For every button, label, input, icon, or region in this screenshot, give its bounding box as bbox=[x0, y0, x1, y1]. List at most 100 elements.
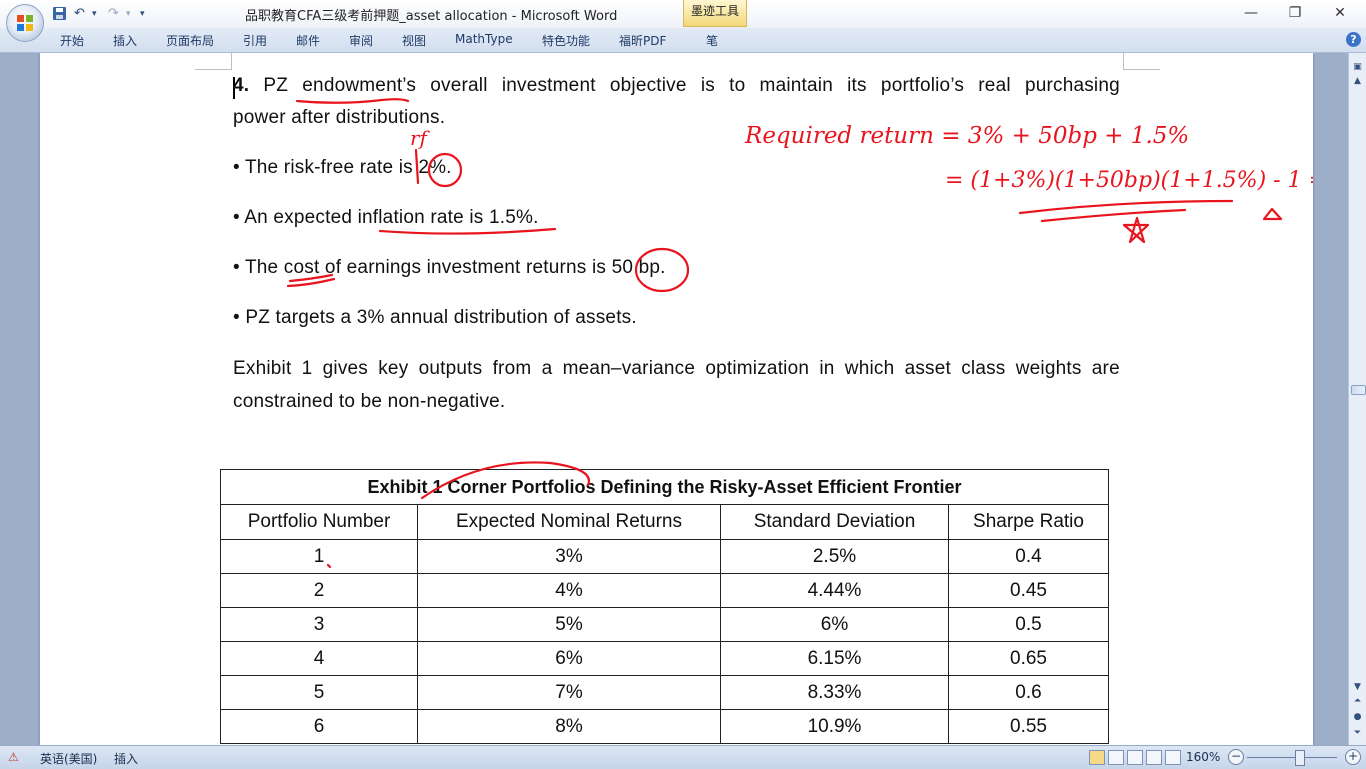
ink-underline bbox=[1040, 208, 1187, 223]
word: Exhibit bbox=[233, 358, 292, 379]
print-layout-view-icon[interactable] bbox=[1089, 750, 1105, 765]
table-row: 1 3% 2.5% 0.4 bbox=[220, 539, 1109, 574]
word: to bbox=[729, 75, 746, 96]
bullet-item: • The cost of earnings investment return… bbox=[233, 257, 666, 278]
zoom-slider-thumb[interactable] bbox=[1295, 750, 1305, 766]
table-cell: 0.55 bbox=[948, 709, 1109, 744]
ink-text: rf bbox=[410, 126, 431, 150]
table-cell: 10.9% bbox=[720, 709, 949, 744]
scroll-up-icon[interactable]: ▲ bbox=[1351, 75, 1364, 87]
question-line-1: 4. PZ endowment’s overall investment obj… bbox=[233, 75, 1120, 97]
undo-dropdown-icon[interactable]: ▾ bbox=[92, 6, 97, 22]
column-header: Standard Deviation bbox=[720, 504, 949, 540]
word: key bbox=[378, 358, 409, 379]
word: a bbox=[541, 358, 553, 379]
minimize-button[interactable]: — bbox=[1236, 3, 1266, 23]
outline-view-icon[interactable] bbox=[1146, 750, 1162, 765]
table-cell: 3% bbox=[417, 539, 721, 574]
tab-review[interactable]: 审阅 bbox=[349, 32, 373, 49]
word: portfolio’s bbox=[880, 75, 965, 96]
word: mean–variance bbox=[562, 358, 696, 379]
tab-features[interactable]: 特色功能 bbox=[542, 32, 590, 49]
ink-text: = (1+3%)(1+50bp)(1+1.5%) - 1 = 5.07% bbox=[945, 168, 1313, 193]
zoom-in-button[interactable]: + bbox=[1345, 749, 1361, 765]
web-layout-view-icon[interactable] bbox=[1127, 750, 1143, 765]
previous-page-icon[interactable]: ⏶ bbox=[1351, 695, 1364, 707]
ink-underline bbox=[378, 227, 557, 235]
scroll-thumb[interactable] bbox=[1351, 385, 1366, 395]
table-cell: 6 bbox=[220, 709, 418, 744]
table-cell: 8% bbox=[417, 709, 721, 744]
word: are bbox=[1091, 358, 1120, 379]
insert-mode-indicator[interactable]: 插入 bbox=[114, 750, 138, 767]
tab-mathtype[interactable]: MathType bbox=[455, 32, 513, 46]
question-number: 4. bbox=[233, 75, 250, 96]
document-page[interactable]: 4. PZ endowment’s overall investment obj… bbox=[40, 53, 1313, 745]
full-screen-reading-view-icon[interactable] bbox=[1108, 750, 1124, 765]
table-cell: 5% bbox=[417, 607, 721, 642]
ink-tools-context-tab[interactable]: 墨迹工具 bbox=[683, 0, 747, 27]
scroll-down-icon[interactable]: ▼ bbox=[1351, 681, 1364, 693]
redo-icon[interactable]: ↷ bbox=[108, 6, 119, 22]
tab-view[interactable]: 视图 bbox=[402, 32, 426, 49]
window-title: 品职教育CFA三级考前押题_asset allocation - Microso… bbox=[245, 9, 618, 24]
word: endowment’s bbox=[302, 75, 417, 96]
ribbon-tabs: 开始 插入 页面布局 引用 邮件 审阅 视图 MathType 特色功能 福昕P… bbox=[0, 28, 1366, 53]
next-page-icon[interactable]: ⏷ bbox=[1351, 727, 1364, 739]
table-cell: 6% bbox=[720, 607, 949, 642]
zoom-level[interactable]: 160% bbox=[1186, 750, 1220, 764]
draft-view-icon[interactable] bbox=[1165, 750, 1181, 765]
column-header: Sharpe Ratio bbox=[948, 504, 1109, 540]
word: 1 bbox=[301, 358, 313, 379]
tab-page-layout[interactable]: 页面布局 bbox=[166, 32, 214, 49]
browse-object-icon[interactable]: ● bbox=[1351, 711, 1364, 723]
table-row: 5 7% 8.33% 0.6 bbox=[220, 675, 1109, 710]
exhibit-table: Exhibit 1 Corner Portfolios Defining the… bbox=[220, 469, 1109, 744]
exhibit-intro-line-1: Exhibit 1 gives key outputs from a mean–… bbox=[233, 358, 1120, 380]
language-indicator[interactable]: 英语(美国) bbox=[40, 750, 97, 767]
restore-button[interactable]: ❐ bbox=[1280, 3, 1310, 23]
office-logo-icon bbox=[17, 15, 33, 31]
undo-icon[interactable]: ↶ bbox=[74, 6, 85, 22]
redo-dropdown-icon[interactable]: ▾ bbox=[126, 6, 131, 22]
help-icon[interactable]: ? bbox=[1346, 32, 1361, 47]
table-cell: 0.5 bbox=[948, 607, 1109, 642]
tab-foxit-pdf[interactable]: 福昕PDF bbox=[619, 32, 666, 49]
word: objective bbox=[609, 75, 687, 96]
margin-corner-mark bbox=[195, 53, 232, 70]
table-cell: 2.5% bbox=[720, 539, 949, 574]
table-row: 2 4% 4.44% 0.45 bbox=[220, 573, 1109, 608]
table-caption: Exhibit 1 Corner Portfolios Defining the… bbox=[220, 469, 1109, 505]
word: outputs bbox=[418, 358, 483, 379]
tab-insert[interactable]: 插入 bbox=[113, 32, 137, 49]
word: PZ bbox=[263, 75, 289, 96]
word: real bbox=[978, 75, 1011, 96]
tab-mailings[interactable]: 邮件 bbox=[296, 32, 320, 49]
zoom-out-button[interactable]: − bbox=[1228, 749, 1244, 765]
table-cell: 4 bbox=[220, 641, 418, 676]
table-row: 6 8% 10.9% 0.55 bbox=[220, 709, 1109, 744]
table-cell: 0.45 bbox=[948, 573, 1109, 608]
save-icon[interactable] bbox=[52, 6, 67, 22]
table-cell: 2 bbox=[220, 573, 418, 608]
word: is bbox=[700, 75, 715, 96]
office-button[interactable] bbox=[6, 4, 44, 42]
zoom-slider-track[interactable] bbox=[1247, 757, 1337, 758]
ink-text: Required return = 3% + 50bp + 1.5% bbox=[744, 123, 1189, 149]
table-cell: 0.65 bbox=[948, 641, 1109, 676]
column-header: Portfolio Number bbox=[220, 504, 418, 540]
exhibit-intro-line-2: constrained to be non-negative. bbox=[233, 391, 506, 412]
proofing-icon[interactable]: ⚠ bbox=[8, 750, 19, 764]
vertical-scrollbar[interactable]: ▣ ▲ ▼ ⏶ ● ⏷ bbox=[1348, 53, 1366, 745]
tab-home[interactable]: 开始 bbox=[60, 32, 84, 49]
tab-references[interactable]: 引用 bbox=[243, 32, 267, 49]
word: optimization bbox=[705, 358, 810, 379]
table-cell: 0.4 bbox=[948, 539, 1109, 574]
customize-toolbar-icon[interactable]: ▾ bbox=[140, 6, 145, 22]
word: gives bbox=[322, 358, 369, 379]
ruler-toggle-icon[interactable]: ▣ bbox=[1351, 61, 1364, 73]
document-area[interactable]: 4. PZ endowment’s overall investment obj… bbox=[0, 53, 1348, 745]
title-bar: ↶ ▾ ↷ ▾ ▾ 品职教育CFA三级考前押题_asset allocation… bbox=[0, 0, 1366, 28]
close-button[interactable]: ✕ bbox=[1325, 3, 1355, 23]
tab-pen[interactable]: 笔 bbox=[706, 32, 718, 49]
